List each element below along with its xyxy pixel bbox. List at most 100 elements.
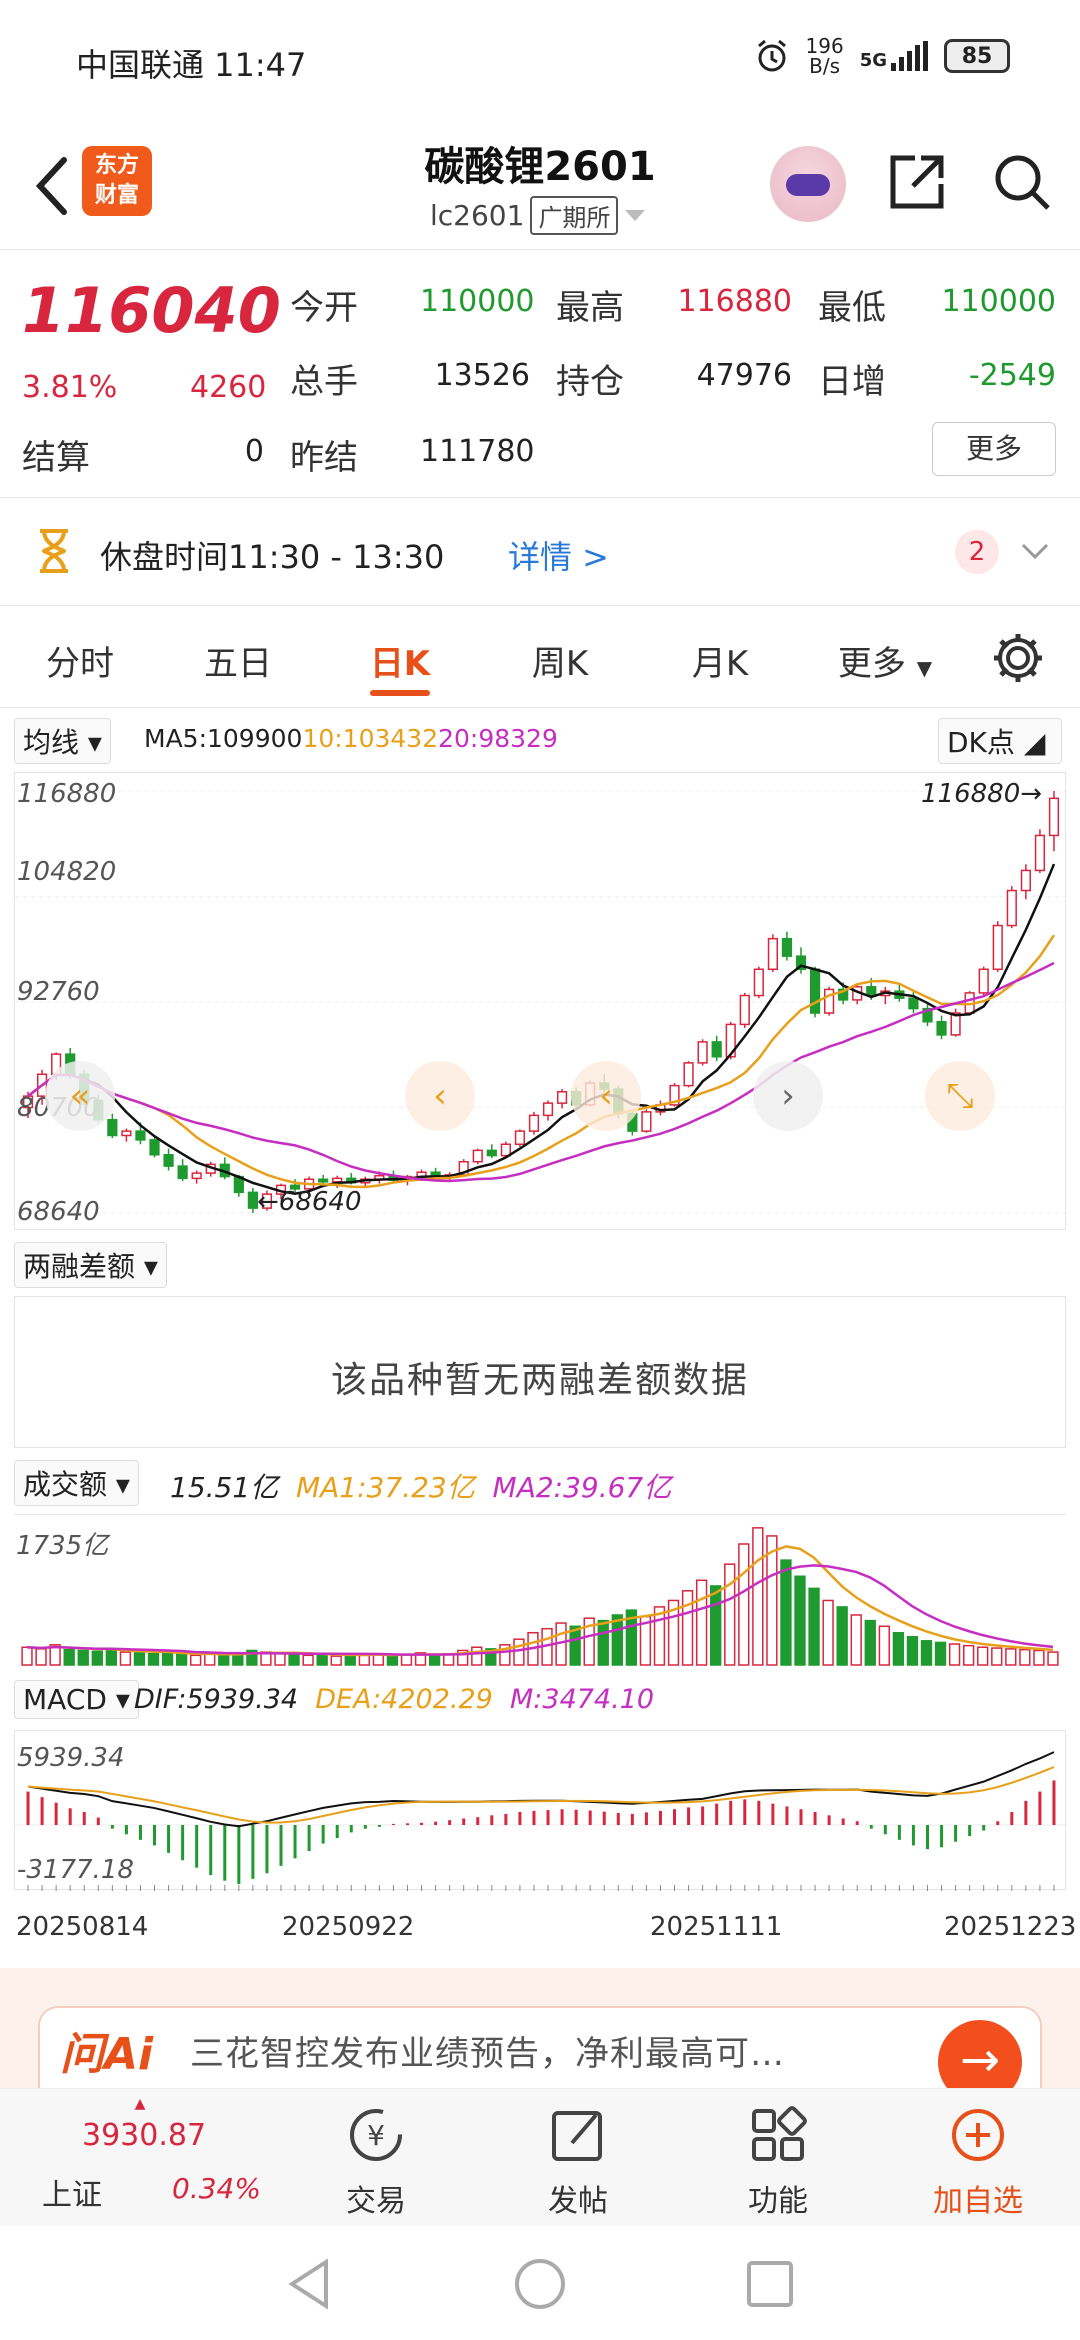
min-price-value: 68640: [278, 1187, 362, 1217]
scroll-right-button[interactable]: ›: [753, 1061, 823, 1131]
macd-selector[interactable]: MACD ▾: [14, 1680, 139, 1719]
volume-bar: [906, 1636, 919, 1666]
margin-balance-selector[interactable]: 两融差额 ▾: [14, 1242, 167, 1288]
volume-bar: [218, 1654, 230, 1666]
volume-bar: [1005, 1648, 1017, 1666]
volume-bar: [738, 1543, 750, 1666]
volume-bar: [850, 1614, 862, 1666]
tab-daily-k[interactable]: 日K: [340, 636, 460, 685]
nav-trade-label: 交易: [346, 2184, 406, 2219]
home-circle-icon[interactable]: [512, 2256, 568, 2312]
y-axis-label-bottom: 68640: [17, 1197, 100, 1227]
candle-body: [739, 994, 750, 1026]
ma-legend: MA5:10990010:10343220:98329: [144, 724, 558, 753]
tab-weekly-k[interactable]: 周K: [500, 636, 620, 685]
volume-bar: [991, 1647, 1003, 1666]
candle-body: [683, 1062, 694, 1087]
macd-y-bottom: -3177.18: [17, 1855, 134, 1885]
alarm-icon: [757, 39, 786, 72]
macd-dif-line: [27, 1751, 1055, 1828]
tab-intraday[interactable]: 分时: [20, 636, 140, 685]
candle-body: [1048, 797, 1060, 837]
volume-bar: [175, 1653, 188, 1666]
volume-bar: [91, 1650, 103, 1666]
break-time-text: 休盘时间11:30 - 13:30: [100, 538, 445, 576]
turnover-value: 15.51亿: [170, 1471, 279, 1504]
candle-body: [472, 1149, 483, 1163]
high-value: 116880: [677, 284, 792, 319]
macd-y-top: 5939.34: [17, 1743, 125, 1773]
exchange-tag: 广期所: [530, 196, 619, 235]
scroll-left-fast-button[interactable]: «: [45, 1061, 115, 1131]
scroll-left-button[interactable]: ‹: [405, 1061, 475, 1131]
nav-add-watchlist[interactable]: 加自选: [908, 2100, 1048, 2220]
ai-robot-avatar[interactable]: [770, 146, 846, 222]
net-speed-value: 196: [805, 34, 844, 58]
candle-body: [824, 988, 835, 1014]
settle-value: 0: [244, 434, 264, 469]
macd-dif: DIF:5939.34: [134, 1684, 299, 1715]
system-nav-bar: [0, 2226, 1080, 2340]
nav-trade[interactable]: ¥ 交易: [306, 2100, 446, 2220]
volume-bar: [724, 1563, 736, 1666]
last-price: 116040: [22, 274, 281, 347]
fullscreen-icon[interactable]: ⤡: [925, 1061, 995, 1131]
date-label-1: 20250814: [16, 1912, 149, 1942]
back-triangle-icon[interactable]: [284, 2256, 334, 2312]
volume-bar: [808, 1587, 820, 1666]
kline-chart[interactable]: 116880 104820 92760 80700 68640 116880→ …: [14, 772, 1067, 1230]
status-icons: 196 B/s 5G 85: [754, 34, 1010, 78]
caret-down-icon: ▼: [916, 656, 933, 680]
more-button[interactable]: 更多: [932, 422, 1056, 476]
turnover-selector[interactable]: 成交额 ▾: [14, 1460, 139, 1506]
chevron-down-icon[interactable]: [1020, 542, 1050, 562]
ai-news-text[interactable]: 三花智控发布业绩预告，净利最高可…: [190, 2026, 785, 2075]
volume-bar: [1047, 1651, 1059, 1666]
tab-five-day[interactable]: 五日: [178, 636, 298, 685]
y-axis-label-top: 116880: [17, 779, 117, 809]
candle-body: [908, 997, 919, 1010]
index-ticker[interactable]: ▲ 3930.87 上证 0.34%: [20, 2096, 261, 2213]
volume-bar: [35, 1648, 47, 1666]
gear-icon[interactable]: [990, 630, 1046, 686]
ma-selector-label: 均线: [23, 726, 80, 759]
volume-bar: [386, 1654, 399, 1666]
candle-body: [121, 1130, 132, 1137]
nav-functions[interactable]: 功能: [708, 2100, 848, 2220]
candle-body: [767, 937, 778, 971]
open-label: 今开: [290, 288, 358, 328]
recent-apps-icon[interactable]: [744, 2258, 796, 2310]
battery-level: 85: [961, 43, 993, 69]
candle-body: [1006, 889, 1017, 927]
contract-code-selector[interactable]: lc2601 广期所: [430, 196, 646, 235]
chevron-down-icon: [625, 209, 646, 221]
tab-monthly-k[interactable]: 月K: [660, 636, 780, 685]
turnover-ma2: MA2:39.67亿: [492, 1471, 672, 1504]
candle-body: [149, 1139, 160, 1156]
net-speed-unit: B/s: [809, 54, 841, 78]
search-icon[interactable]: [990, 150, 1054, 214]
zoom-button[interactable]: ‹: [571, 1061, 641, 1131]
max-price-marker: 116880→: [921, 779, 1043, 809]
volume-bar: [695, 1579, 708, 1666]
volume-bar: [977, 1646, 989, 1666]
macd-dea: DEA:4202.29: [315, 1684, 493, 1715]
trading-break-bar[interactable]: 休盘时间11:30 - 13:30 详情 > 2: [0, 498, 1080, 606]
ma-selector[interactable]: 均线 ▾: [14, 718, 111, 764]
candle-body: [809, 968, 821, 1014]
nav-post-label: 发帖: [548, 2184, 608, 2219]
turnover-svg: [21, 1527, 1059, 1666]
dk-point-button[interactable]: DK点 ◢: [938, 718, 1062, 764]
turnover-chart[interactable]: 1735亿: [14, 1514, 1066, 1670]
daily-increase-label: 日增: [818, 362, 886, 402]
nav-post[interactable]: 发帖: [508, 2100, 648, 2220]
candle-body: [107, 1118, 118, 1137]
details-link[interactable]: 详情 >: [508, 532, 609, 578]
share-icon[interactable]: [885, 150, 949, 214]
volume-bar: [794, 1575, 806, 1666]
macd-chart[interactable]: 5939.34 -3177.18: [14, 1730, 1067, 1891]
volume-bar: [147, 1652, 160, 1666]
volume-bar: [358, 1654, 370, 1666]
tab-more[interactable]: 更多 ▼: [820, 636, 950, 685]
turnover-y-top: 1735亿: [16, 1531, 109, 1561]
